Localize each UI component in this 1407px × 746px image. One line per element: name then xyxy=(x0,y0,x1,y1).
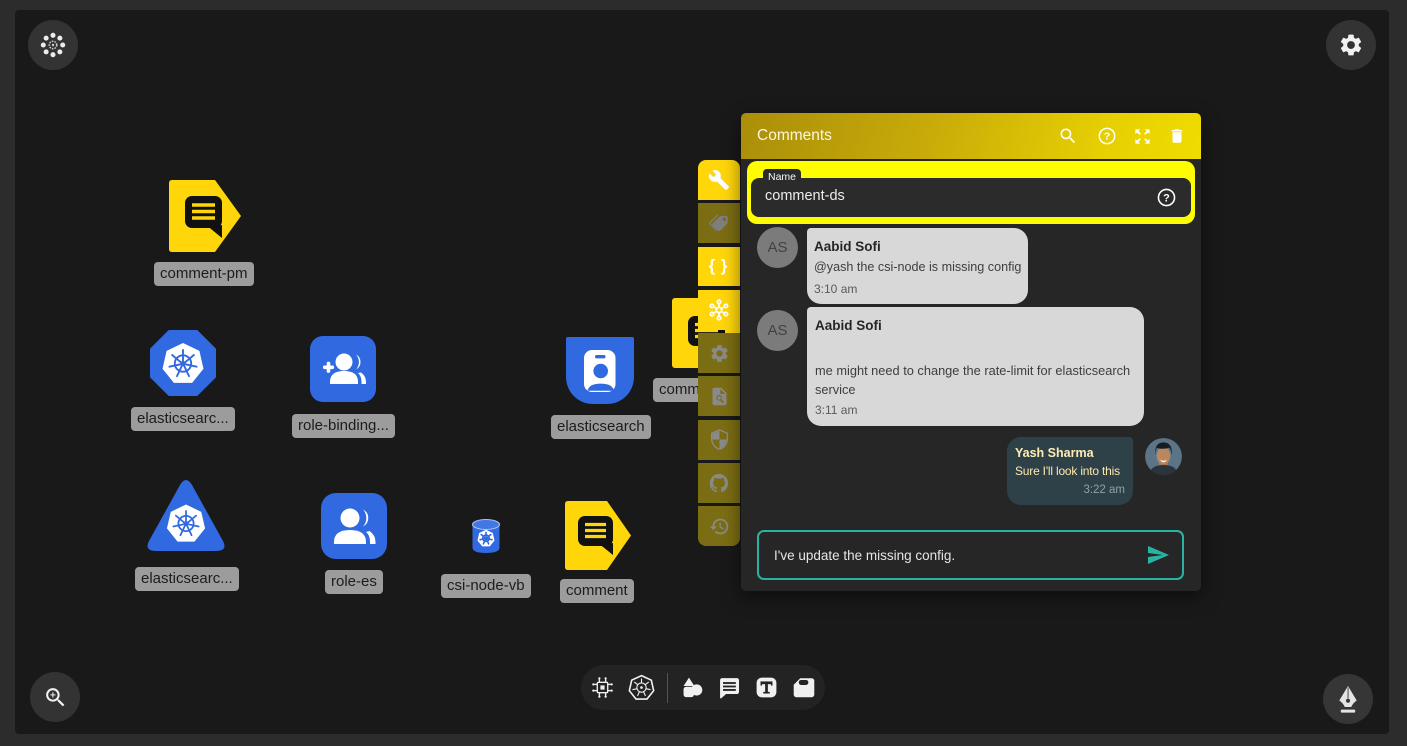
svg-text:?: ? xyxy=(1163,192,1170,204)
svg-text:?: ? xyxy=(1104,132,1110,143)
